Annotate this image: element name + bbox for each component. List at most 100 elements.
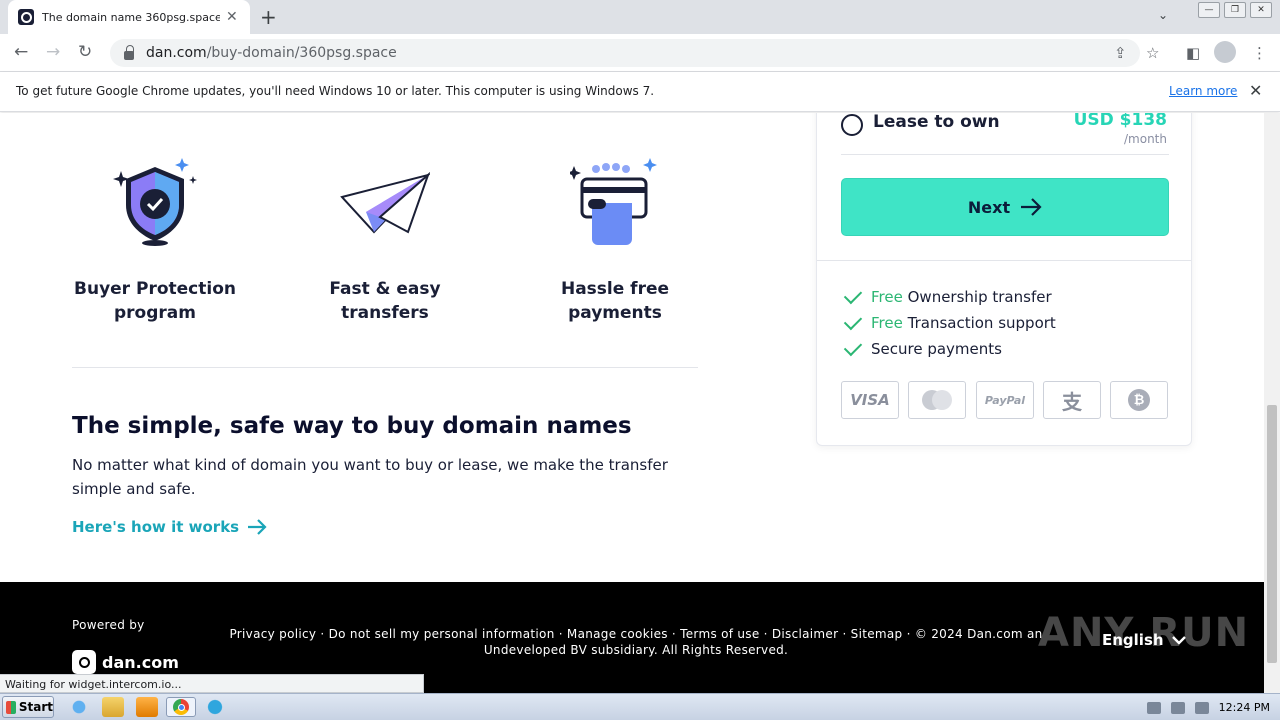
language-selector[interactable]: English bbox=[1102, 631, 1186, 649]
infobar-close-icon[interactable]: ✕ bbox=[1249, 81, 1262, 100]
arrow-right-icon bbox=[248, 519, 267, 535]
network-icon[interactable] bbox=[1170, 701, 1185, 714]
back-icon[interactable]: ← bbox=[14, 42, 28, 62]
scrollbar-thumb[interactable] bbox=[1267, 405, 1277, 663]
forward-icon[interactable]: → bbox=[46, 42, 60, 62]
shield-check-icon bbox=[113, 158, 197, 246]
paper-plane-icon bbox=[340, 171, 432, 234]
tab-strip: The domain name 360psg.space is for sale… bbox=[0, 0, 1280, 34]
powered-by-label: Powered by bbox=[72, 618, 145, 632]
feature-title-line1: Fast & easy bbox=[329, 279, 441, 299]
minimize-button[interactable]: — bbox=[1198, 2, 1220, 18]
url-host: dan.com bbox=[146, 45, 207, 61]
feature-title-line2: program bbox=[114, 303, 196, 323]
chrome-menu-icon[interactable]: ⋮ bbox=[1252, 44, 1267, 62]
chrome-taskbar-icon[interactable] bbox=[166, 697, 196, 717]
benefit-free: Free bbox=[871, 314, 903, 332]
feature-title-line1: Hassle free bbox=[560, 279, 670, 299]
per-month-label: /month bbox=[1124, 132, 1167, 146]
page-content: Buyer Protection program Fast & easy tra… bbox=[0, 113, 1264, 693]
page-scrollbar[interactable] bbox=[1264, 113, 1280, 693]
feature-hassle-free: Hassle free payments bbox=[515, 157, 715, 325]
next-button[interactable]: Next bbox=[841, 178, 1169, 236]
bitcoin-icon: ₿ bbox=[1110, 381, 1168, 419]
edge-icon[interactable] bbox=[204, 697, 226, 717]
alipay-icon: 支 bbox=[1043, 381, 1101, 419]
windows-taskbar: Start 12:24 PM bbox=[0, 693, 1280, 720]
card-divider bbox=[817, 260, 1191, 261]
learn-more-link[interactable]: Learn more bbox=[1169, 84, 1237, 98]
check-icon bbox=[843, 337, 863, 357]
purchase-card: Lease to own USD $138 /month Next Free O… bbox=[816, 113, 1192, 446]
infobar-message: To get future Google Chrome updates, you… bbox=[16, 84, 655, 98]
mastercard-icon bbox=[908, 381, 966, 419]
feature-title: Fast & easy transfers bbox=[285, 277, 485, 325]
clock[interactable]: 12:24 PM bbox=[1219, 701, 1270, 714]
browser-toolbar: ← → ↻ dan.com/buy-domain/360psg.space ⇪ … bbox=[0, 34, 1280, 72]
browser-tab[interactable]: The domain name 360psg.space is for sale… bbox=[8, 0, 250, 34]
lease-price: USD $138 bbox=[1073, 113, 1167, 130]
explorer-icon[interactable] bbox=[102, 697, 124, 717]
status-bubble: Waiting for widget.intercom.io... bbox=[0, 674, 424, 693]
update-infobar: To get future Google Chrome updates, you… bbox=[0, 72, 1280, 112]
section-heading: The simple, safe way to buy domain names bbox=[72, 413, 632, 439]
ie-icon[interactable] bbox=[68, 697, 90, 717]
next-button-label: Next bbox=[967, 197, 1011, 217]
tab-search-icon[interactable]: ⌄ bbox=[1158, 8, 1168, 22]
card-divider bbox=[841, 154, 1169, 155]
url-text: dan.com/buy-domain/360psg.space bbox=[146, 45, 397, 61]
lock-icon bbox=[124, 44, 134, 60]
feature-title-line2: payments bbox=[568, 303, 662, 323]
url-path: /buy-domain/360psg.space bbox=[206, 45, 397, 61]
benefit-label: Ownership transfer bbox=[907, 288, 1052, 306]
new-tab-button[interactable]: + bbox=[260, 5, 277, 29]
bookmark-star-icon[interactable]: ☆ bbox=[1146, 44, 1159, 62]
chevron-down-icon bbox=[1171, 636, 1186, 645]
side-panel-icon[interactable]: ◧ bbox=[1186, 44, 1200, 62]
check-icon bbox=[843, 285, 863, 305]
benefit-text: Free Ownership transfer bbox=[871, 288, 1052, 306]
tab-close-icon[interactable]: ✕ bbox=[226, 9, 238, 25]
benefit-label: Secure payments bbox=[871, 340, 1002, 358]
feature-title-line1: Buyer Protection bbox=[74, 279, 236, 299]
action-center-flag-icon[interactable] bbox=[1194, 701, 1209, 714]
volume-icon[interactable] bbox=[1146, 701, 1161, 714]
system-tray: 12:24 PM bbox=[1137, 694, 1280, 721]
dan-favicon-icon bbox=[18, 9, 34, 25]
address-bar[interactable]: dan.com/buy-domain/360psg.space bbox=[110, 39, 1140, 67]
paypal-icon: PayPal bbox=[976, 381, 1034, 419]
dan-logo[interactable]: dan.com bbox=[72, 650, 179, 674]
lease-to-own-radio[interactable] bbox=[841, 114, 863, 136]
windows-flag-icon bbox=[6, 700, 16, 714]
benefit-free: Free bbox=[871, 288, 903, 306]
feature-title-line2: transfers bbox=[341, 303, 429, 323]
window-controls: — ❐ ✕ bbox=[1198, 2, 1272, 18]
media-player-icon[interactable] bbox=[136, 697, 158, 717]
restore-button[interactable]: ❐ bbox=[1224, 2, 1246, 18]
window-close-button[interactable]: ✕ bbox=[1250, 2, 1272, 18]
feature-buyer-protection: Buyer Protection program bbox=[55, 157, 255, 325]
feature-title: Buyer Protection program bbox=[55, 277, 255, 325]
bitcoin-symbol: ₿ bbox=[1128, 389, 1150, 411]
share-icon[interactable]: ⇪ bbox=[1114, 44, 1127, 62]
profile-avatar-icon[interactable] bbox=[1214, 41, 1236, 63]
section-description: No matter what kind of domain you want t… bbox=[72, 456, 668, 498]
card-payment-icon bbox=[567, 158, 657, 245]
start-label: Start bbox=[18, 700, 53, 714]
benefit-ownership-transfer: Free Ownership transfer bbox=[843, 285, 1052, 306]
check-icon bbox=[843, 311, 863, 331]
lease-option-label: Lease to own bbox=[873, 113, 1000, 132]
section-divider bbox=[72, 367, 698, 368]
language-label: English bbox=[1102, 631, 1164, 649]
benefit-text: Free Transaction support bbox=[871, 314, 1056, 332]
dan-brand-text: dan.com bbox=[102, 652, 179, 672]
footer-links[interactable]: Privacy policy · Do not sell my personal… bbox=[196, 626, 1076, 658]
start-button[interactable]: Start bbox=[2, 696, 54, 718]
visa-icon: VISA bbox=[841, 381, 899, 419]
feature-fast-transfers: Fast & easy transfers bbox=[285, 157, 485, 325]
how-it-works-link[interactable]: Here's how it works bbox=[72, 518, 267, 536]
arrow-right-icon bbox=[1021, 198, 1042, 216]
feature-title: Hassle free payments bbox=[515, 277, 715, 325]
benefit-secure-payments: Secure payments bbox=[843, 337, 1002, 358]
reload-icon[interactable]: ↻ bbox=[78, 42, 92, 62]
